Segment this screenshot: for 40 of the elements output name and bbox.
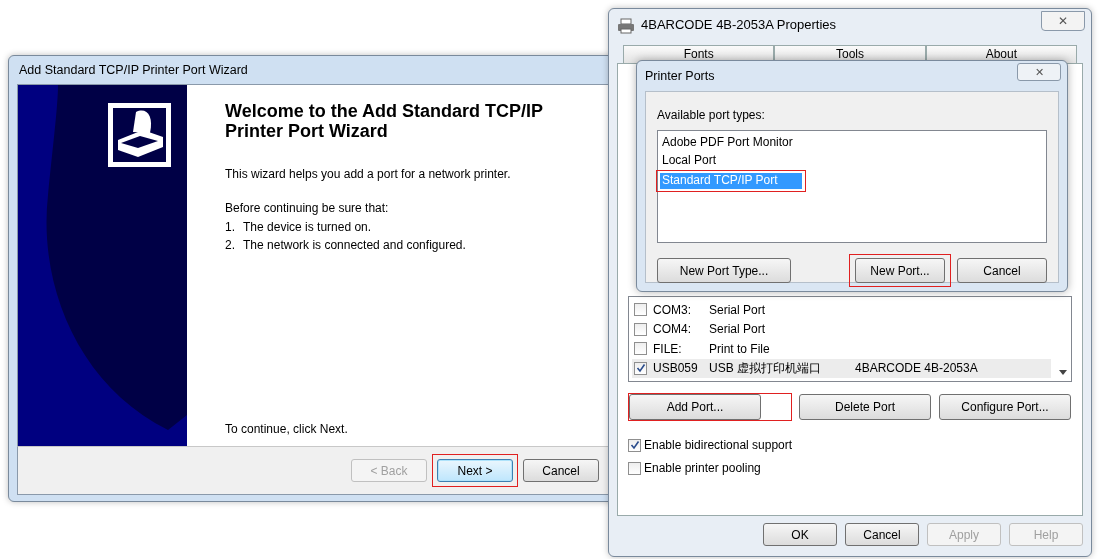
step-text: The network is connected and configured. bbox=[243, 237, 466, 254]
wizard-button[interactable]: Cancel bbox=[523, 459, 599, 482]
port-row[interactable]: COM4: Serial Port bbox=[632, 319, 1051, 339]
checklist-intro: Before continuing be sure that: bbox=[225, 200, 390, 217]
port-row[interactable]: USB059 USB 虚拟打印机端口 4BARCODE 4B-2053A bbox=[632, 358, 1051, 378]
checkbox[interactable] bbox=[634, 322, 647, 336]
wizard-button[interactable]: Next > bbox=[437, 459, 513, 482]
scroll-down-icon[interactable] bbox=[1059, 370, 1067, 375]
checkbox[interactable] bbox=[628, 438, 641, 452]
checkbox[interactable] bbox=[634, 303, 647, 317]
dialog-button[interactable]: New Port... bbox=[855, 258, 945, 283]
port-type-item[interactable]: Adobe PDF Port Monitor bbox=[660, 135, 793, 151]
list-label: Available port types: bbox=[657, 107, 766, 124]
dialog-button[interactable]: OK bbox=[763, 523, 837, 546]
port-button[interactable]: Delete Port bbox=[799, 394, 931, 420]
dialog-button[interactable]: Cancel bbox=[845, 523, 919, 546]
step-number: 1. bbox=[225, 219, 235, 236]
port-type-item[interactable]: Local Port bbox=[660, 153, 717, 169]
port-button[interactable]: Configure Port... bbox=[939, 394, 1071, 420]
step-number: 2. bbox=[225, 237, 235, 254]
port-button[interactable]: Add Port... bbox=[629, 394, 761, 420]
window-title: Add Standard TCP/IP Printer Port Wizard bbox=[18, 61, 249, 79]
footer-text: To continue, click Next. bbox=[225, 421, 349, 438]
intro-text: This wizard helps you add a port for a network printer. bbox=[225, 166, 512, 183]
close-button[interactable]: ✕ bbox=[1017, 63, 1061, 81]
checkbox[interactable] bbox=[634, 342, 647, 356]
step-text: The device is turned on. bbox=[243, 219, 372, 236]
window-title: 4BARCODE 4B-2053A Properties bbox=[641, 16, 837, 35]
option-label: Enable printer pooling bbox=[644, 460, 761, 477]
port-row[interactable]: COM3: Serial Port bbox=[632, 300, 1051, 320]
printer-icon bbox=[617, 17, 635, 34]
close-button[interactable]: ✕ bbox=[1041, 11, 1085, 31]
option-label: Enable bidirectional support bbox=[644, 437, 793, 454]
checkbox[interactable] bbox=[634, 361, 647, 375]
dialog-title: Printer Ports bbox=[645, 67, 715, 85]
port-row[interactable]: FILE: Print to File bbox=[632, 339, 1051, 359]
dialog-button[interactable]: Cancel bbox=[957, 258, 1047, 283]
checkbox[interactable] bbox=[628, 461, 641, 475]
dialog-button[interactable]: New Port Type... bbox=[657, 258, 791, 283]
wizard-heading: Welcome to the Add Standard TCP/IP Printer Port Wizard bbox=[225, 101, 544, 141]
